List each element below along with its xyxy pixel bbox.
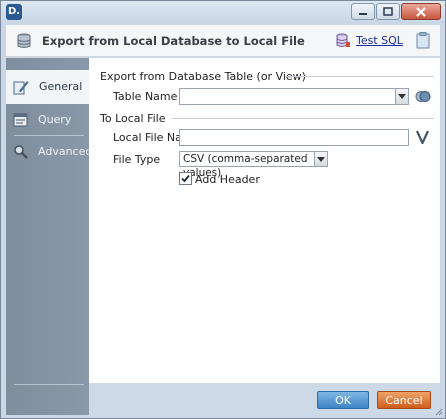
sidebar-item-label: Query [38, 113, 72, 126]
close-icon [416, 6, 426, 17]
query-icon [13, 113, 28, 127]
local-file-name-input[interactable] [179, 129, 409, 146]
dropdown-arrow-button[interactable] [314, 152, 327, 166]
close-button[interactable] [401, 3, 441, 20]
sidebar-item-label: General [39, 80, 83, 93]
sidebar-nav: General Query Advanced [6, 58, 93, 415]
advanced-magnifier-icon [14, 145, 28, 159]
dialog-window: D. Export from Local Database to Local F… [0, 0, 446, 419]
test-sql-link[interactable]: Test SQL [356, 34, 403, 47]
sidebar-item-query[interactable]: Query [6, 105, 89, 135]
section-title-export: Export from Database Table (or View) [100, 70, 306, 83]
section-title-local: To Local File [100, 112, 166, 125]
maximize-icon [383, 6, 393, 16]
chevron-down-icon [398, 94, 406, 99]
database-export-icon [17, 33, 31, 48]
sidebar-item-label: Advanced [38, 145, 93, 158]
sidebar-item-general[interactable]: General [6, 70, 91, 104]
file-type-dropdown[interactable]: CSV (comma-separated values) [179, 151, 328, 179]
sidebar-item-advanced[interactable]: Advanced [6, 137, 93, 167]
window-controls [351, 3, 441, 20]
maximize-button[interactable] [376, 3, 400, 20]
browse-tables-icon[interactable] [415, 90, 431, 103]
test-sql-icon[interactable] [335, 33, 351, 49]
settings-pencil-icon [13, 81, 29, 95]
section-divider [172, 118, 434, 119]
dialog-title: Export from Local Database to Local File [42, 34, 305, 48]
variable-picker-icon[interactable] [416, 130, 429, 144]
section-divider [285, 76, 434, 77]
general-panel: Export from Database Table (or View) Tab… [89, 58, 440, 383]
minimize-button[interactable] [351, 3, 375, 20]
chevron-down-icon [317, 156, 325, 162]
dialog-header: Export from Local Database to Local File… [6, 25, 440, 57]
title-bar[interactable]: D. [1, 1, 445, 23]
file-type-label: File Type [113, 153, 161, 166]
add-header-label: Add Header [195, 173, 260, 186]
ok-button[interactable]: OK [317, 391, 369, 409]
checkmark-icon [181, 174, 190, 183]
clipboard-icon[interactable] [416, 32, 430, 49]
app-logo-icon: D. [6, 4, 22, 20]
sidebar-divider [14, 384, 84, 385]
add-header-checkbox[interactable] [179, 172, 192, 185]
dialog-footer: OK Cancel [89, 383, 440, 415]
table-name-dropdown[interactable] [179, 88, 409, 105]
dropdown-arrow-button[interactable] [395, 89, 408, 104]
sidebar-divider [14, 135, 84, 136]
minimize-icon [359, 12, 367, 15]
cancel-button[interactable]: Cancel [377, 391, 431, 409]
table-name-label: Table Name [113, 90, 178, 103]
resize-grip-icon[interactable] [435, 408, 443, 416]
